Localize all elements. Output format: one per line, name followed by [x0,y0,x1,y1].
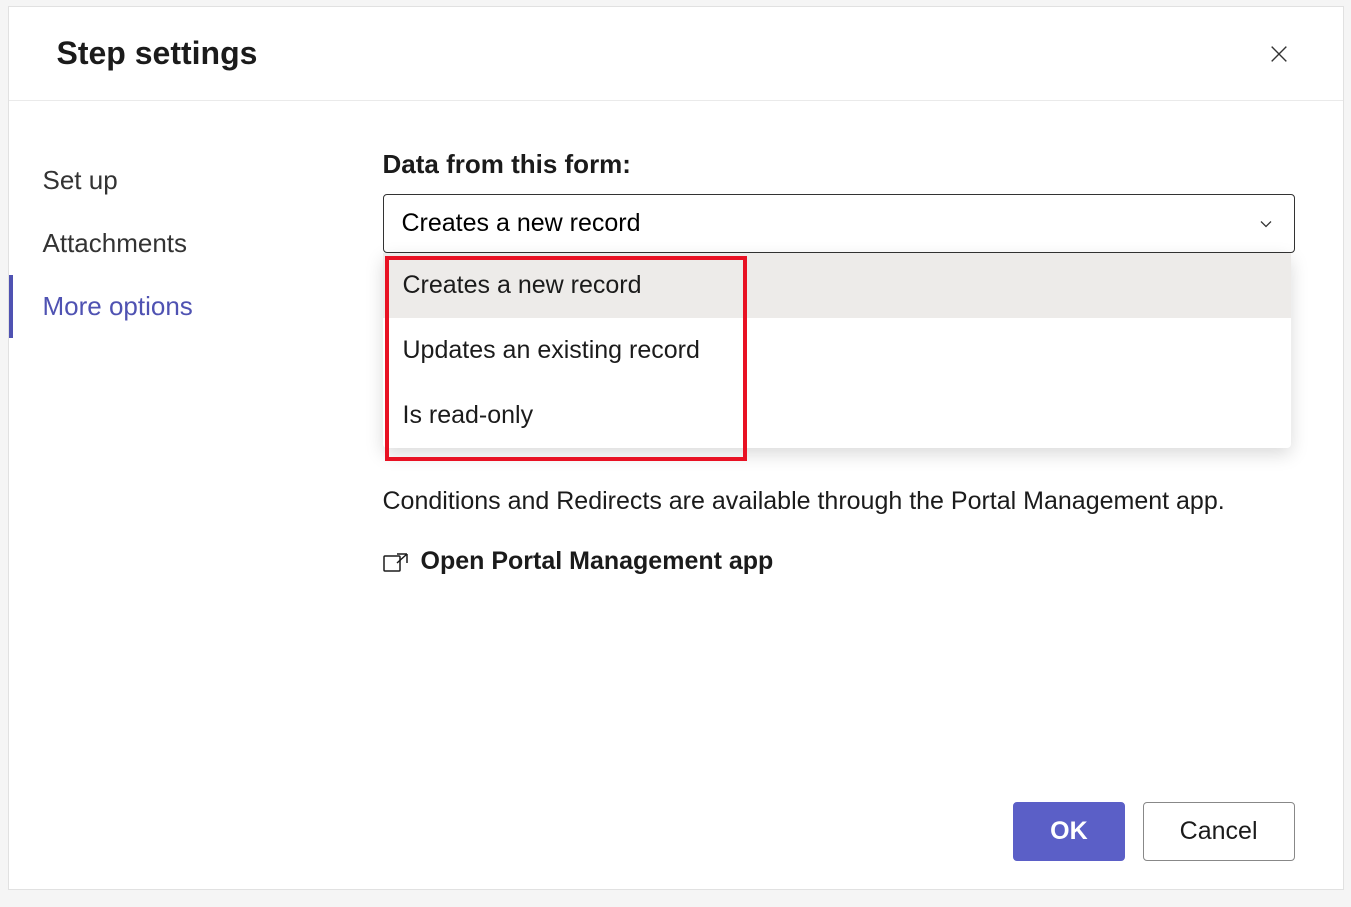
dialog-body: Set up Attachments More options Data fro… [9,101,1343,782]
dialog-header: Step settings [9,7,1343,101]
select-value: Creates a new record [402,209,641,238]
hint-text: Conditions and Redirects are available t… [383,483,1295,519]
sidebar-item-attachments[interactable]: Attachments [9,212,359,275]
dropdown-option-create[interactable]: Creates a new record [383,253,1291,318]
sidebar-nav: Set up Attachments More options [9,101,359,782]
select-trigger[interactable]: Creates a new record [383,194,1295,253]
close-button[interactable] [1263,38,1295,70]
sidebar-item-setup[interactable]: Set up [9,149,359,212]
dropdown-option-update[interactable]: Updates an existing record [383,318,1291,383]
cancel-button[interactable]: Cancel [1143,802,1295,861]
dialog-title: Step settings [57,35,258,72]
main-content: Data from this form: Creates a new recor… [359,101,1343,782]
dialog-footer: OK Cancel [9,782,1343,889]
chevron-down-icon [1256,214,1276,234]
open-portal-management-link[interactable]: Open Portal Management app [383,547,1295,576]
dropdown-list: Creates a new record Updates an existing… [383,253,1291,448]
sidebar-item-more-options[interactable]: More options [9,275,359,338]
data-form-select: Creates a new record Creates a new recor… [383,194,1295,253]
data-form-label: Data from this form: [383,149,1295,180]
ok-button[interactable]: OK [1013,802,1125,861]
close-icon [1268,43,1290,65]
link-label: Open Portal Management app [421,547,774,576]
open-external-icon [383,552,409,572]
step-settings-dialog: Step settings Set up Attachments More op… [8,6,1344,890]
dropdown-option-readonly[interactable]: Is read-only [383,383,1291,448]
